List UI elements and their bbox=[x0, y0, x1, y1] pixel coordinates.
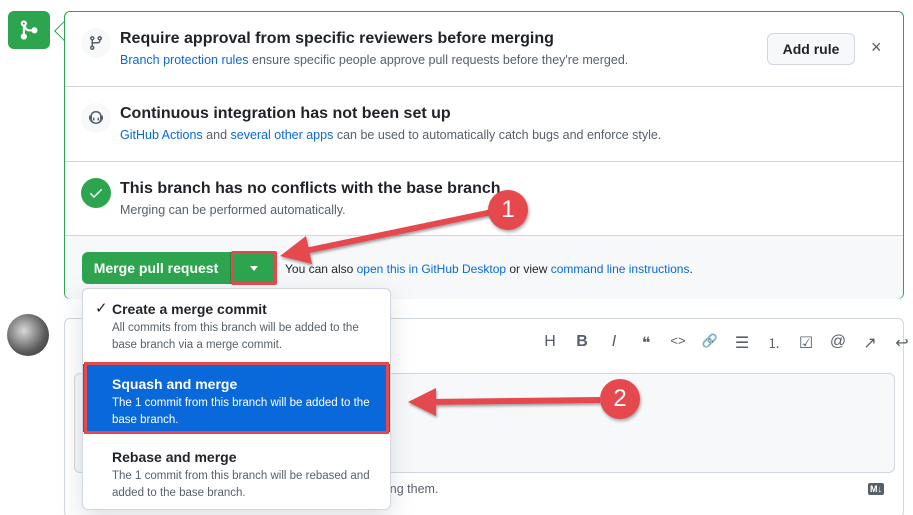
conflicts-title: This branch has no conflicts with the ba… bbox=[120, 180, 501, 197]
markdown-toolbar: H B I ❝ <> 🔗 ☰ ⒈ ☑ @ ↗ ↩ bbox=[540, 333, 912, 353]
ci-text: can be used to automatically catch bugs … bbox=[333, 128, 662, 142]
suffix-text: . bbox=[689, 262, 693, 276]
annotation-highlight-squash bbox=[84, 362, 389, 434]
check-circle-icon bbox=[81, 178, 111, 208]
merge-checks-panel: Require approval from specific reviewers… bbox=[64, 11, 904, 299]
annotation-highlight-caret bbox=[231, 251, 277, 285]
reviewers-row: Require approval from specific reviewers… bbox=[65, 12, 903, 87]
check-icon: ✓ bbox=[95, 300, 108, 317]
reviewers-text: ensure specific people approve pull requ… bbox=[248, 53, 629, 67]
also-prefix: You can also bbox=[285, 262, 357, 276]
robot-icon bbox=[81, 103, 111, 133]
or-view-text: or view bbox=[506, 262, 551, 276]
merge-option-rebase[interactable]: Rebase and merge The 1 commit from this … bbox=[83, 437, 390, 509]
option-title: Create a merge commit bbox=[112, 301, 267, 317]
attach-hint: ing them. bbox=[387, 482, 439, 496]
branch-icon bbox=[81, 28, 111, 58]
quote-icon[interactable]: ❝ bbox=[636, 333, 656, 353]
markdown-icon: M↓ bbox=[868, 483, 884, 495]
github-desktop-link[interactable]: open this in GitHub Desktop bbox=[357, 262, 506, 276]
git-merge-icon bbox=[8, 11, 50, 49]
conflicts-subtitle: Merging can be performed automatically. bbox=[120, 203, 346, 217]
merge-option-create-commit[interactable]: ✓ Create a merge commit All commits from… bbox=[83, 289, 390, 357]
ci-row: Continuous integration has not been set … bbox=[65, 87, 903, 162]
conflicts-row: This branch has no conflicts with the ba… bbox=[65, 162, 903, 236]
cross-reference-icon[interactable]: ↗ bbox=[860, 333, 880, 353]
annotation-callout-2: 2 bbox=[600, 379, 640, 419]
ci-title: Continuous integration has not been set … bbox=[120, 105, 451, 122]
link-icon[interactable]: 🔗 bbox=[700, 333, 720, 353]
task-list-icon[interactable]: ☑ bbox=[796, 333, 816, 353]
option-description: The 1 commit from this branch will be re… bbox=[112, 470, 370, 499]
ordered-list-icon[interactable]: ⒈ bbox=[764, 333, 784, 353]
mention-icon[interactable]: @ bbox=[828, 333, 848, 353]
reply-icon[interactable]: ↩ bbox=[892, 333, 912, 353]
italic-icon[interactable]: I bbox=[604, 333, 624, 353]
add-rule-button[interactable]: Add rule bbox=[767, 33, 855, 65]
command-line-link[interactable]: command line instructions bbox=[551, 262, 690, 276]
close-icon[interactable]: × bbox=[871, 38, 882, 56]
github-actions-link[interactable]: GitHub Actions bbox=[120, 128, 203, 142]
annotation-callout-1: 1 bbox=[488, 190, 528, 230]
bold-icon[interactable]: B bbox=[572, 333, 592, 353]
reviewers-subtitle: Branch protection rules ensure specific … bbox=[120, 53, 628, 67]
option-title: Rebase and merge bbox=[112, 449, 237, 465]
heading-icon[interactable]: H bbox=[540, 333, 560, 353]
branch-protection-link[interactable]: Branch protection rules bbox=[120, 53, 249, 67]
ci-subtitle: GitHub Actions and several other apps ca… bbox=[120, 128, 661, 142]
code-icon[interactable]: <> bbox=[668, 333, 688, 353]
merge-pull-request-button[interactable]: Merge pull request bbox=[82, 252, 230, 284]
option-description: All commits from this branch will be add… bbox=[112, 322, 359, 351]
avatar[interactable] bbox=[7, 314, 49, 356]
unordered-list-icon[interactable]: ☰ bbox=[732, 333, 752, 353]
ci-and-text: and bbox=[202, 128, 231, 142]
other-apps-link[interactable]: several other apps bbox=[231, 128, 334, 142]
merge-alt-text: You can also open this in GitHub Desktop… bbox=[285, 262, 693, 276]
reviewers-title: Require approval from specific reviewers… bbox=[120, 30, 554, 47]
